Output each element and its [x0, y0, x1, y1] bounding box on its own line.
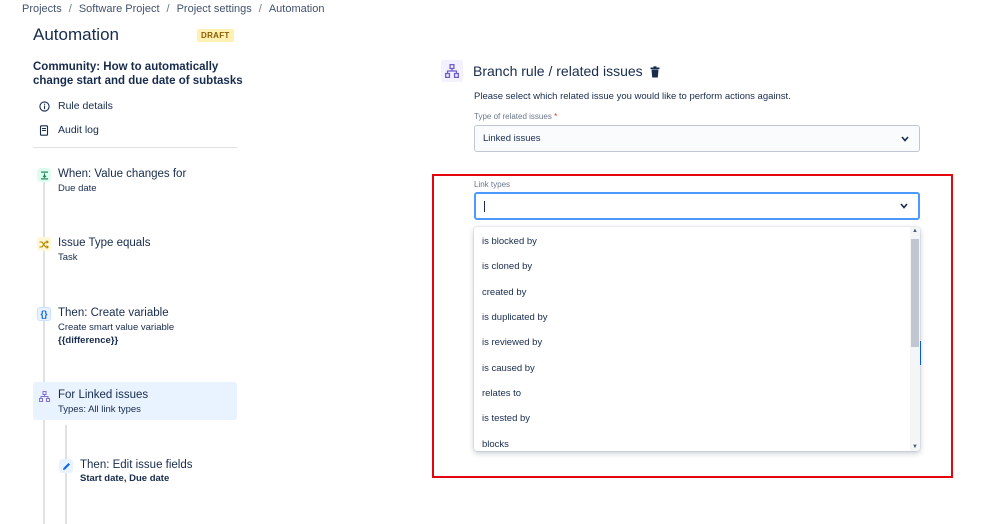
- breadcrumb-software-project[interactable]: Software Project: [79, 3, 160, 15]
- braces-icon: {}: [37, 307, 51, 321]
- audit-log-label: Audit log: [58, 124, 99, 136]
- panel-title: Branch rule / related issues: [473, 63, 643, 79]
- required-mark: *: [554, 112, 557, 121]
- step-subtitle: Task: [58, 251, 232, 264]
- field-start-date: Start date: [80, 473, 124, 484]
- document-icon: [38, 124, 50, 136]
- type-label-text: Type of related issues: [474, 112, 552, 121]
- panel-description: Please select which related issue you wo…: [474, 91, 791, 102]
- status-badge: DRAFT: [197, 29, 234, 42]
- step-variable-name: {{difference}}: [58, 334, 232, 347]
- rule-details-link[interactable]: Rule details: [38, 100, 113, 112]
- step-create-variable[interactable]: {} Then: Create variable Create smart va…: [33, 300, 237, 353]
- step-title: Then: Edit issue fields: [80, 458, 232, 472]
- trash-icon[interactable]: [650, 65, 660, 77]
- branch-rule-icon: [441, 60, 463, 82]
- type-selected-value: Linked issues: [483, 133, 541, 144]
- rule-details-label: Rule details: [58, 100, 113, 112]
- audit-log-link[interactable]: Audit log: [38, 124, 99, 136]
- type-of-related-issues-label: Type of related issues *: [474, 112, 557, 121]
- step-title: When: Value changes for: [58, 167, 232, 181]
- chevron-down-icon: [901, 134, 909, 144]
- breadcrumb-project-settings[interactable]: Project settings: [177, 3, 252, 15]
- breadcrumb-projects[interactable]: Projects: [22, 3, 62, 15]
- branch-icon: [37, 389, 51, 403]
- step-subtitle: Types: All link types: [58, 403, 232, 416]
- step-edit-issue-fields[interactable]: Then: Edit issue fields Start date, Due …: [55, 452, 237, 491]
- trigger-icon: [37, 168, 51, 182]
- highlight-annotation-box: [432, 174, 953, 478]
- breadcrumb-separator: /: [259, 3, 262, 15]
- field-due-date: Due date: [129, 473, 169, 484]
- shuffle-icon: [37, 237, 51, 251]
- step-title: Then: Create variable: [58, 306, 232, 320]
- breadcrumb-automation[interactable]: Automation: [269, 3, 325, 15]
- info-icon: [38, 100, 50, 112]
- page-title: Automation: [33, 25, 119, 45]
- sidebar-divider: [33, 147, 237, 148]
- step-fields: Start date, Due date: [80, 472, 232, 485]
- step-branch-linked-issues[interactable]: For Linked issues Types: All link types: [33, 382, 237, 420]
- step-title: For Linked issues: [58, 388, 232, 402]
- breadcrumb-separator: /: [69, 3, 72, 15]
- type-of-related-issues-select[interactable]: Linked issues: [474, 125, 920, 152]
- rule-name: Community: How to automatically change s…: [33, 60, 248, 88]
- step-subtitle: Create smart value variable: [58, 321, 232, 334]
- pencil-icon: [59, 459, 73, 473]
- step-condition[interactable]: Issue Type equals Task: [33, 230, 237, 270]
- step-title: Issue Type equals: [58, 236, 232, 250]
- step-subtitle: Due date: [58, 182, 232, 195]
- step-trigger[interactable]: When: Value changes for Due date: [33, 161, 237, 201]
- breadcrumb: Projects / Software Project / Project settin…: [22, 3, 325, 15]
- breadcrumb-separator: /: [167, 3, 170, 15]
